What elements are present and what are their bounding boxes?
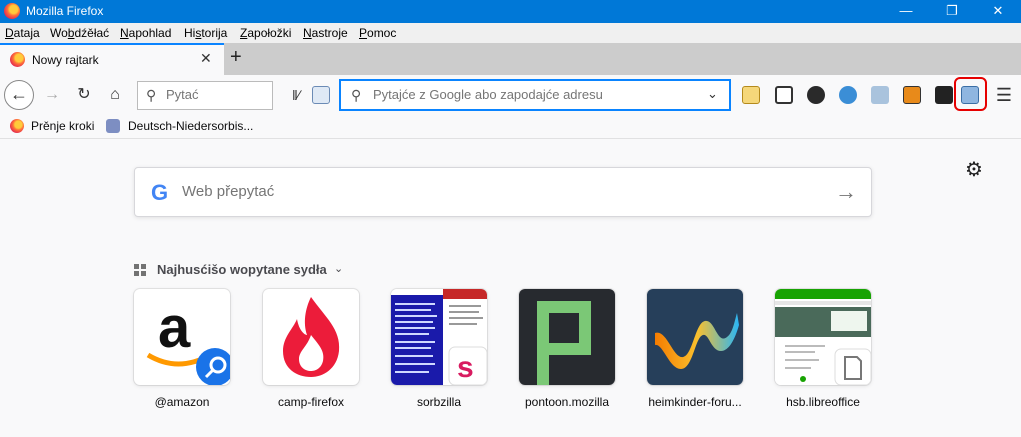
heimkinder-logo-icon [647, 289, 743, 385]
window-title: Mozilla Firefox [26, 4, 104, 18]
close-tab-icon[interactable]: ✕ [200, 50, 212, 67]
topsites-title: Najhusćišo wopytane sydła [157, 262, 327, 277]
topsite-tile-heimkinder[interactable] [647, 289, 743, 385]
topsite-label: pontoon.mozilla [524, 395, 610, 409]
puzzle-bookmark-icon [106, 119, 120, 133]
url-input[interactable] [373, 87, 693, 102]
window-titlebar: Mozilla Firefox — ❐ ✕ [0, 0, 1021, 23]
topsite-label: sorbzilla [416, 395, 461, 409]
notes-icon[interactable] [742, 86, 760, 104]
menu-dataja[interactable]: Dataja [5, 26, 40, 40]
new-tab-page: ⚙ G → Najhusćišo wopytane sydła ⌄ a @ama… [0, 140, 1021, 437]
account-icon[interactable] [807, 86, 825, 104]
rss-icon[interactable] [312, 86, 330, 104]
firefox-bookmark-icon [10, 119, 24, 133]
sorbzilla-thumbnail: s [391, 289, 487, 385]
search-input[interactable] [166, 87, 266, 102]
tab-new-tab[interactable]: Nowy rajtark ✕ [0, 43, 224, 75]
url-search-icon: ⚲ [351, 87, 362, 103]
menu-bar: Dataja Wobdźěłać Napohlad Historija Zapo… [0, 23, 1021, 43]
back-button[interactable]: ← [4, 80, 34, 110]
topsite-tile-amazon[interactable]: a [134, 289, 230, 385]
url-bar[interactable]: ⚲ ⌄ [340, 80, 730, 110]
topsite-tile-libreoffice[interactable] [775, 289, 871, 385]
navigation-toolbar: ← → ↻ ⌂ ⚲ ‖∕ ⚲ ⌄ ☰ [0, 75, 1021, 115]
google-icon: G [151, 180, 169, 205]
libreoffice-thumbnail [775, 289, 871, 385]
sidebar-icon[interactable] [775, 86, 793, 104]
inspector-icon[interactable] [903, 86, 921, 104]
restore-button[interactable]: ❐ [929, 0, 975, 23]
amazon-logo-icon: a [146, 295, 230, 385]
bookmark-deutsch-niedersorbis[interactable]: Deutsch-Niedersorbis... [128, 119, 253, 133]
chevron-down-icon[interactable]: ⌄ [707, 86, 718, 102]
new-tab-button[interactable]: + [230, 46, 242, 69]
pontoon-logo-icon [519, 289, 615, 385]
library-icon[interactable]: ‖∕ [282, 81, 310, 109]
topsite-tile-pontoon[interactable] [519, 289, 615, 385]
web-search-box[interactable]: G → [134, 167, 872, 217]
menu-pomoc[interactable]: Pomoc [359, 26, 396, 40]
svg-text:a: a [158, 295, 191, 360]
svg-text:s: s [457, 351, 474, 384]
bookmarks-toolbar: Prěnje kroki Deutsch-Niedersorbis... [0, 115, 1021, 139]
topsite-label: heimkinder-foru... [648, 395, 742, 409]
firefox-favicon-icon [10, 52, 25, 67]
web-search-input[interactable] [182, 183, 782, 200]
media-icon[interactable] [935, 86, 953, 104]
sync-icon[interactable] [839, 86, 857, 104]
topsite-label: camp-firefox [277, 395, 345, 409]
chevron-down-icon[interactable]: ⌄ [334, 262, 343, 275]
gear-icon[interactable]: ⚙ [965, 157, 983, 182]
flame-logo-icon [283, 297, 340, 377]
search-box[interactable]: ⚲ [137, 81, 273, 110]
topsite-tile-sorbzilla[interactable]: s [391, 289, 487, 385]
menu-nastroje[interactable]: Nastroje [303, 26, 348, 40]
hamburger-menu-icon[interactable]: ☰ [990, 81, 1018, 109]
reload-button[interactable]: ↻ [70, 81, 98, 109]
menu-historija[interactable]: Historija [184, 26, 227, 40]
close-window-button[interactable]: ✕ [975, 0, 1021, 23]
home-button[interactable]: ⌂ [101, 81, 129, 109]
topsite-label: @amazon [154, 395, 210, 409]
tab-label: Nowy rajtark [32, 53, 99, 67]
topsite-tile-camp-firefox[interactable] [263, 289, 359, 385]
forward-button[interactable]: → [38, 81, 66, 109]
grid-icon [134, 264, 146, 276]
search-icon: ⚲ [146, 87, 157, 103]
menu-zapolozki[interactable]: Zapołožki [240, 26, 291, 40]
topsite-label: hsb.libreoffice [786, 395, 860, 409]
menu-wobdzelac[interactable]: Wobdźěłać [50, 26, 109, 40]
search-submit-arrow-icon[interactable]: → [835, 179, 857, 205]
menu-napohlad[interactable]: Napohlad [120, 26, 171, 40]
tab-strip: Nowy rajtark ✕ + [0, 43, 1021, 75]
bookmark-first-steps[interactable]: Prěnje kroki [31, 119, 94, 133]
highlight-box [954, 77, 987, 111]
firefox-logo-icon [4, 3, 20, 19]
screenshot-icon[interactable] [871, 86, 889, 104]
minimize-button[interactable]: — [883, 0, 929, 23]
